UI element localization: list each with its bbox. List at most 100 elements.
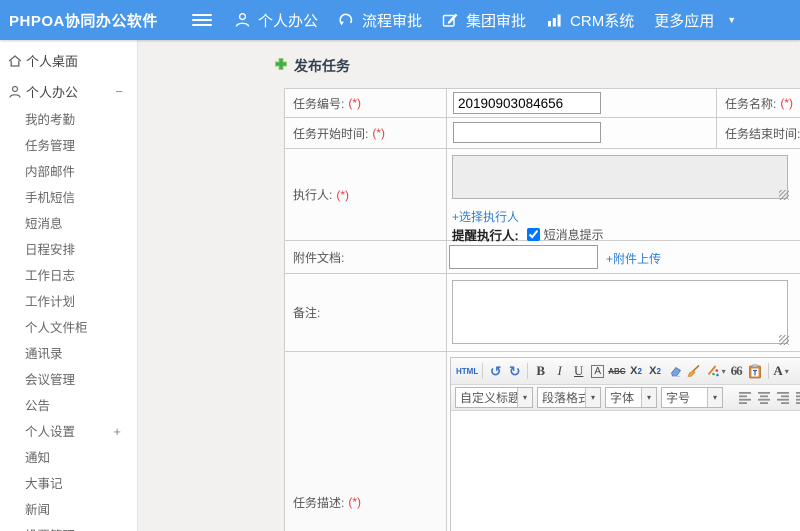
sidebar-item-notice[interactable]: 通知 <box>0 445 137 471</box>
form-row-start-time: 任务开始时间:(*) 任务结束时间:(*) <box>285 118 800 149</box>
sidebar-item-file-cabinet[interactable]: 个人文件柜 <box>0 315 137 341</box>
chevron-down-icon: ▾ <box>707 388 722 407</box>
sidebar-item-attendance[interactable]: 我的考勤 <box>0 107 137 133</box>
subscript-button[interactable]: X2 <box>646 361 665 381</box>
form-row-description: 任务描述: (*) HTML ↺ ↻ B I U A ABC X 2 X 2 ▾… <box>285 352 800 531</box>
start-time-label: 任务开始时间: (*) <box>285 118 447 148</box>
app-logo: PHPOA协同办公软件 <box>9 12 158 30</box>
resize-handle[interactable] <box>779 335 789 345</box>
align-center-icon <box>757 392 770 404</box>
collapse-icon[interactable]: − <box>115 84 123 99</box>
executor-textarea[interactable] <box>452 155 788 199</box>
sidebar-label: 个人桌面 <box>26 54 79 69</box>
quick-format-button[interactable]: ▾ <box>703 361 727 381</box>
sidebar-item-contacts[interactable]: 通讯录 <box>0 341 137 367</box>
start-time-input[interactable] <box>453 122 601 143</box>
blockquote-button[interactable]: 66 <box>727 361 746 381</box>
font-family-select[interactable]: 字体 ▾ <box>605 387 657 408</box>
home-icon <box>8 54 22 68</box>
align-center-button[interactable] <box>754 388 773 408</box>
sidebar-item-mobile-sms[interactable]: 手机短信 <box>0 185 137 211</box>
align-justify-button[interactable] <box>792 388 800 408</box>
underline-button[interactable]: U <box>569 361 588 381</box>
nav-crm[interactable]: CRM系统 <box>546 10 634 31</box>
eraser-icon <box>670 366 681 377</box>
nav-label: CRM系统 <box>570 12 635 30</box>
sidebar-item-announcement[interactable]: 公告 <box>0 393 137 419</box>
sidebar-item-work-log[interactable]: 工作日志 <box>0 263 137 289</box>
sidebar-item-task-management[interactable]: 任务管理 <box>0 133 137 159</box>
remove-format-button[interactable] <box>665 361 684 381</box>
task-name-label: 任务名称: (*) <box>725 96 794 111</box>
page-header: 发布任务 <box>274 56 350 76</box>
remark-label: 备注: <box>285 274 447 351</box>
editor-toolbar-row-1: HTML ↺ ↻ B I U A ABC X2 X2 ▾ 66 A ▾ <box>451 358 800 385</box>
sidebar-section-personal-office[interactable]: 个人办公 − <box>0 76 137 107</box>
bold-button[interactable]: B <box>531 361 550 381</box>
remark-textarea[interactable] <box>452 280 788 344</box>
form-row-remark: 备注: <box>285 274 800 352</box>
form-row-attachment: 附件文档: +附件上传 <box>285 241 800 274</box>
sidebar-item-vote[interactable]: 投票管理 <box>0 523 137 531</box>
expand-icon[interactable]: + <box>113 419 121 445</box>
chevron-down-icon: ▼ <box>727 15 737 25</box>
chevron-down-icon: ▾ <box>784 366 789 376</box>
undo-button[interactable]: ↺ <box>486 361 505 381</box>
attachment-input[interactable] <box>449 245 598 269</box>
nav-label: 集团审批 <box>466 12 527 30</box>
chevron-down-icon: ▾ <box>585 388 600 407</box>
task-number-label: 任务编号: (*) <box>285 89 447 117</box>
sidebar-item-work-plan[interactable]: 工作计划 <box>0 289 137 315</box>
alignment-buttons <box>735 388 800 408</box>
resize-handle[interactable] <box>779 190 789 200</box>
bar-chart-icon <box>546 12 563 28</box>
chevron-down-icon: ▾ <box>641 388 656 407</box>
nav-label: 更多应用 <box>654 12 715 30</box>
chevron-down-icon: ▾ <box>517 388 532 407</box>
source-code-button[interactable]: HTML <box>455 361 479 381</box>
nav-group-approval[interactable]: 集团审批 <box>442 10 526 31</box>
paragraph-format-select[interactable]: 段落格式 ▾ <box>537 387 601 408</box>
sidebar: 个人桌面 个人办公 − 我的考勤 任务管理 内部邮件 手机短信 短消息 日程安排… <box>0 40 138 531</box>
editor-toolbar-row-2: 自定义标题 ▾ 段落格式 ▾ 字体 ▾ <box>451 385 800 411</box>
executor-label: 执行人: (*) <box>285 149 447 240</box>
attachment-label: 附件文档: <box>285 241 447 273</box>
sidebar-item-personal-settings[interactable]: + 个人设置 <box>0 419 137 445</box>
nav-more-apps[interactable]: 更多应用 ▼ <box>654 10 736 31</box>
editor-content[interactable] <box>451 411 800 531</box>
strikethrough-button[interactable]: ABC <box>607 361 626 381</box>
align-right-button[interactable] <box>773 388 792 408</box>
broom-icon <box>687 364 700 377</box>
sidebar-item-internal-mail[interactable]: 内部邮件 <box>0 159 137 185</box>
form-row-executor: 执行人: (*) +选择执行人 提醒执行人: 短消息提示 <box>285 149 800 243</box>
sidebar-label: 个人设置 <box>25 425 76 439</box>
align-justify-icon <box>795 392 800 404</box>
choose-executor-link[interactable]: +选择执行人 <box>452 208 519 225</box>
paste-text-button[interactable] <box>746 361 765 381</box>
menu-toggle-icon[interactable] <box>192 11 212 29</box>
sidebar-item-schedule[interactable]: 日程安排 <box>0 237 137 263</box>
redo-button[interactable]: ↻ <box>505 361 524 381</box>
edit-square-icon <box>442 12 459 28</box>
sidebar-label: 个人办公 <box>26 85 79 100</box>
format-brush-button[interactable] <box>684 361 703 381</box>
italic-button[interactable]: I <box>550 361 569 381</box>
sidebar-item-news[interactable]: 新闻 <box>0 497 137 523</box>
superscript-button[interactable]: X2 <box>627 361 646 381</box>
nav-process-approval[interactable]: 流程审批 <box>338 10 422 31</box>
sidebar-item-meeting[interactable]: 会议管理 <box>0 367 137 393</box>
end-time-label: 任务结束时间:(*) <box>725 126 800 141</box>
char-border-button[interactable]: A <box>588 361 607 381</box>
font-color-button[interactable]: A ▾ <box>772 361 791 381</box>
sms-remind-checkbox[interactable] <box>526 228 540 241</box>
attachment-upload-link[interactable]: +附件上传 <box>606 250 661 267</box>
sidebar-item-events[interactable]: 大事记 <box>0 471 137 497</box>
font-size-select[interactable]: 字号 ▾ <box>661 387 723 408</box>
align-left-button[interactable] <box>735 388 754 408</box>
sidebar-item-desktop[interactable]: 个人桌面 <box>0 45 137 76</box>
chevron-down-icon: ▾ <box>721 366 726 376</box>
nav-personal-office[interactable]: 个人办公 <box>234 10 318 31</box>
task-number-input[interactable] <box>453 92 601 114</box>
sidebar-item-short-message[interactable]: 短消息 <box>0 211 137 237</box>
custom-title-select[interactable]: 自定义标题 ▾ <box>455 387 533 408</box>
